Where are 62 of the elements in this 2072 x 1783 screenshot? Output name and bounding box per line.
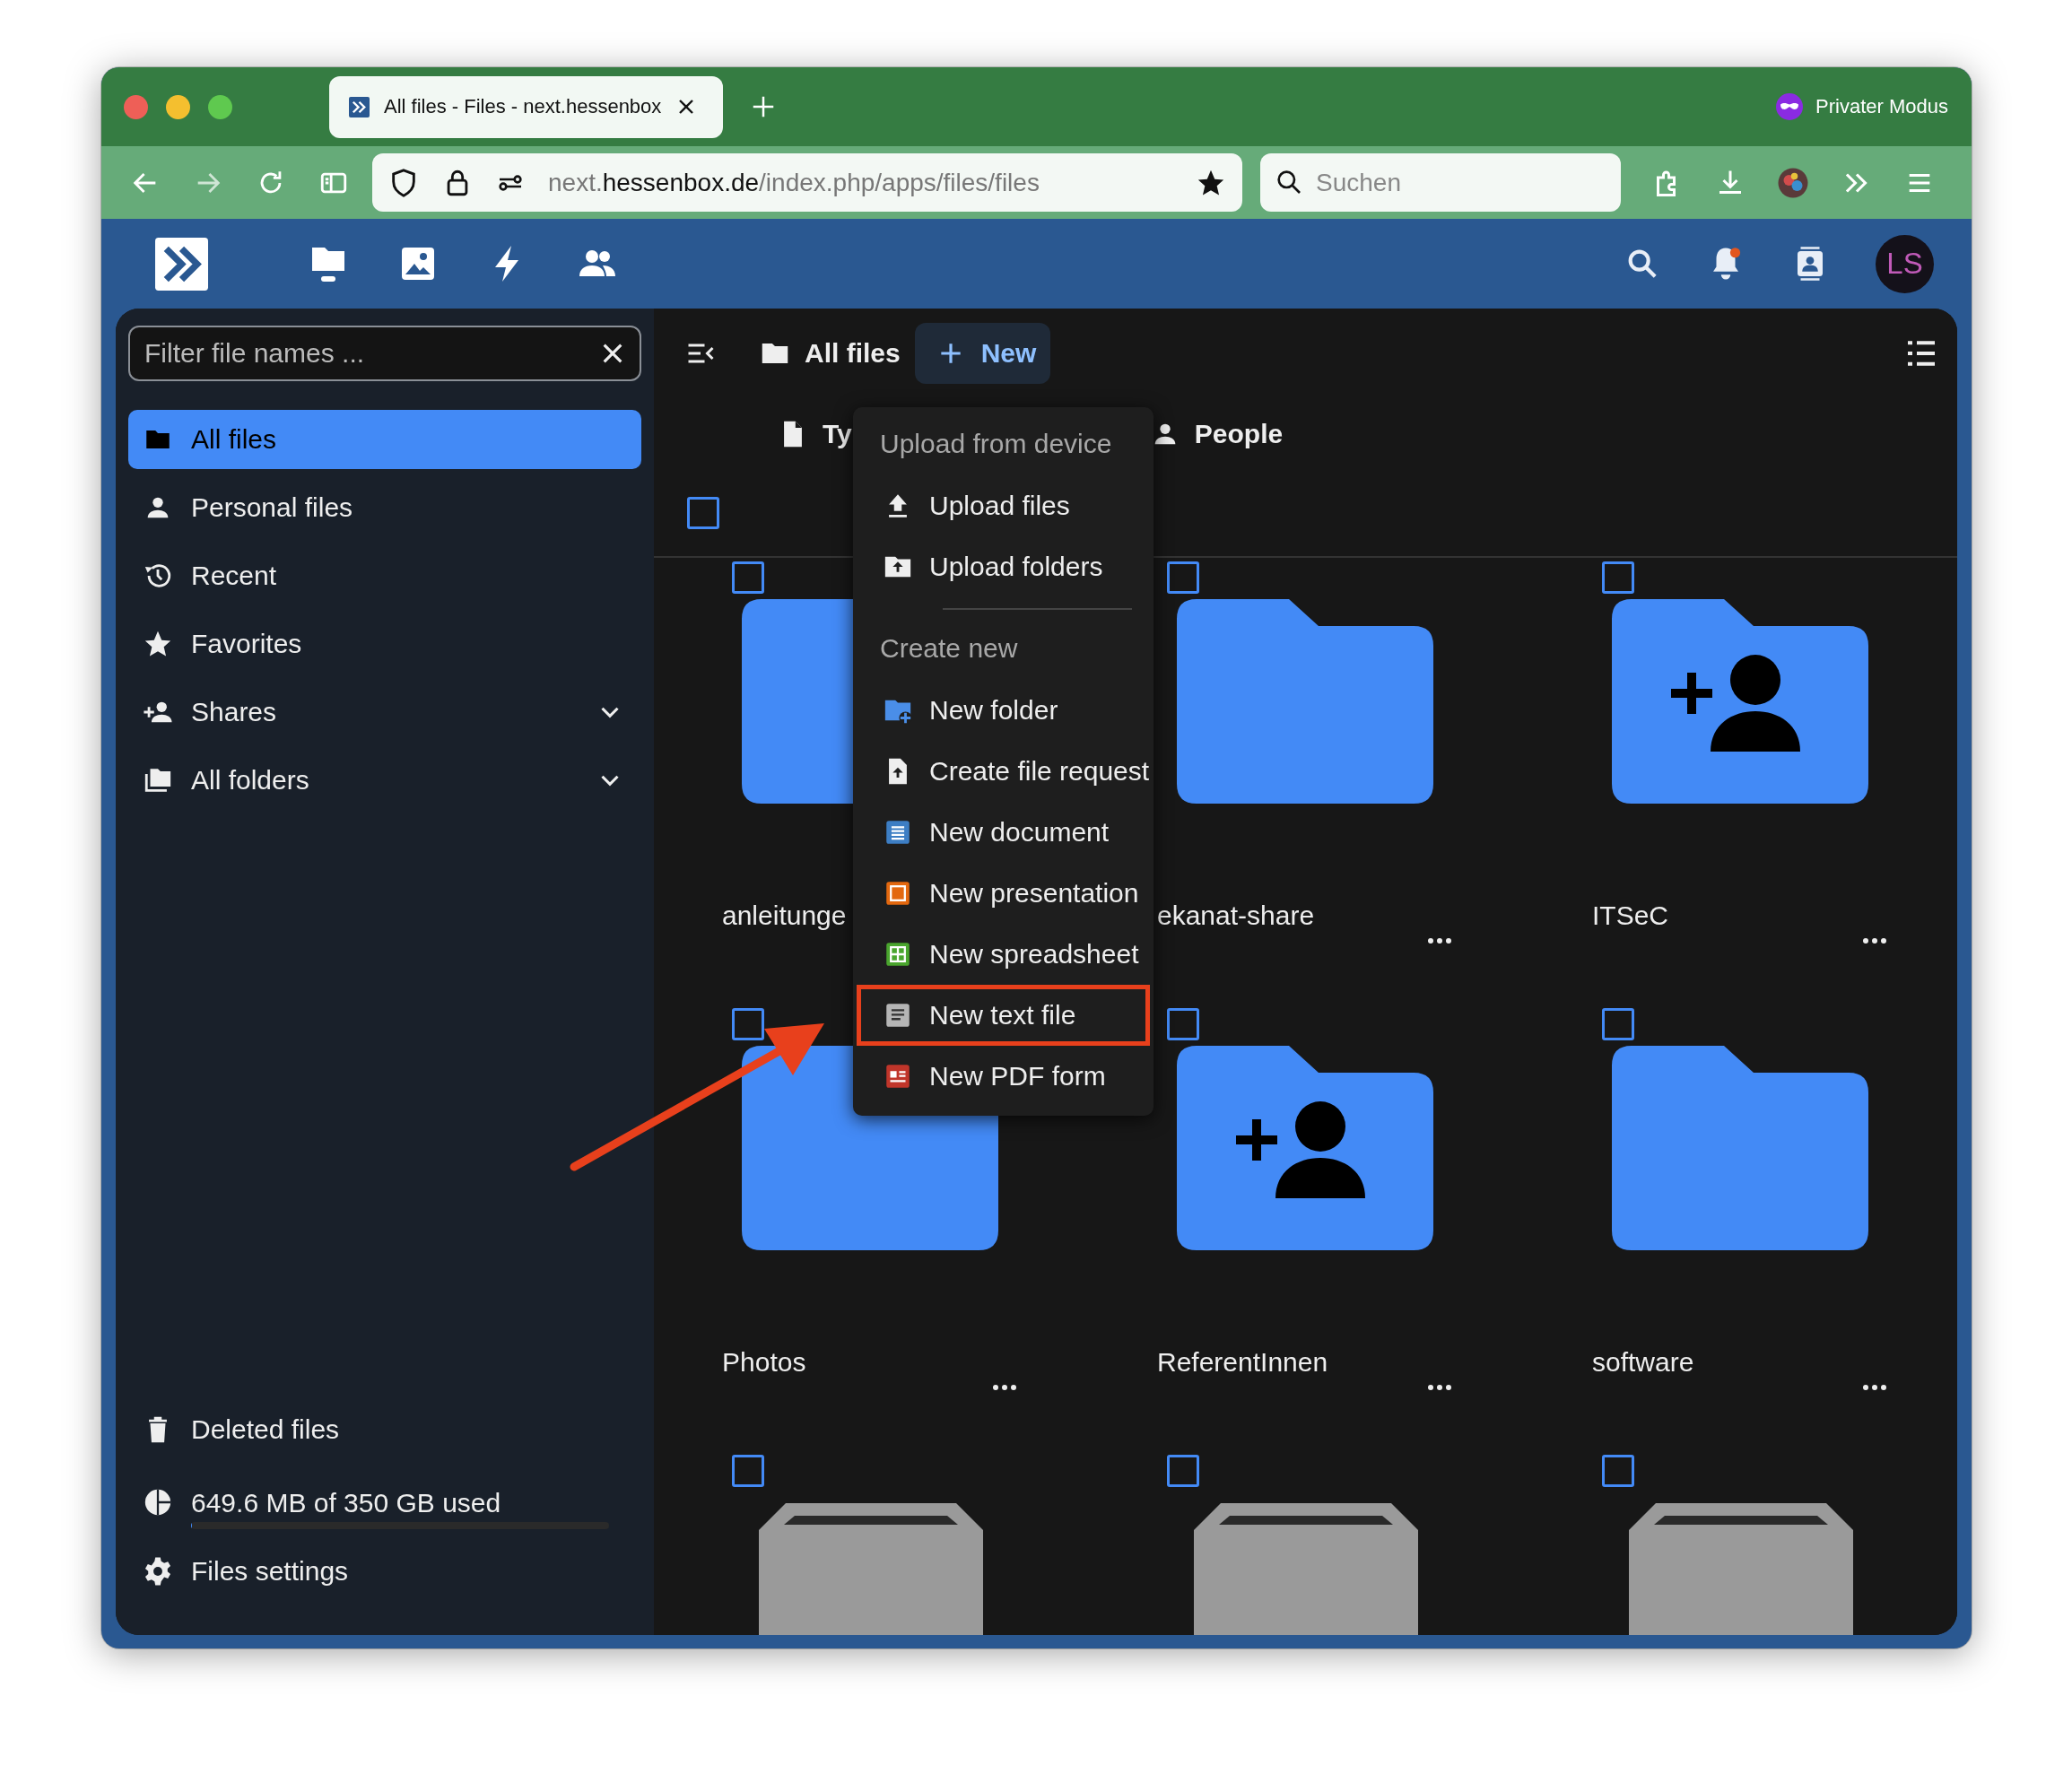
checkbox[interactable] [732, 1008, 764, 1040]
filter-chip[interactable]: Ty [778, 419, 852, 449]
external-storage-icon [1629, 1503, 1853, 1635]
menu-item[interactable]: New presentation [857, 863, 1150, 924]
external-storage-icon [1194, 1503, 1418, 1635]
user-avatar[interactable]: LS [1876, 234, 1934, 293]
tab-title: All files - Files - next.hessenbox [384, 95, 662, 118]
breadcrumb[interactable]: All files [805, 338, 901, 369]
url-text: next.hessenbox.de/index.php/apps/files/files [548, 168, 1040, 197]
profile-avatar-icon[interactable] [1777, 166, 1809, 199]
menu-item[interactable]: Create file request [857, 741, 1150, 802]
menu-item[interactable]: New spreadsheet [857, 924, 1150, 985]
nav-item[interactable]: Personal files [128, 478, 641, 537]
checkbox[interactable] [1167, 561, 1199, 594]
checkbox[interactable] [1167, 1455, 1199, 1487]
mask-icon [1776, 93, 1804, 120]
checkbox[interactable] [1602, 1008, 1634, 1040]
checkbox[interactable] [732, 1455, 764, 1487]
private-mode-label: Privater Modus [1815, 95, 1948, 118]
new-button[interactable]: New [914, 323, 1051, 384]
checkbox[interactable] [687, 497, 719, 529]
menu-item[interactable]: New text file [857, 985, 1150, 1046]
nav-item[interactable]: Deleted files [128, 1400, 641, 1459]
minimize-window-button[interactable] [166, 94, 190, 119]
menu-item[interactable]: New document [857, 802, 1150, 863]
app-logo-icon [349, 96, 370, 117]
app-logo-icon[interactable] [155, 237, 208, 291]
shared-folder-icon [1612, 599, 1868, 804]
menu-heading: Upload from device [879, 428, 1113, 460]
nav-item[interactable]: Shares [128, 683, 641, 742]
nav-item[interactable]: All folders [128, 751, 641, 810]
file-name[interactable]: ekanat-share [1157, 900, 1315, 931]
nav-item[interactable]: Recent [128, 546, 641, 605]
menu-item[interactable]: Upload files [857, 475, 1150, 536]
folder-icon [1612, 1046, 1868, 1250]
checkbox[interactable] [1602, 561, 1634, 594]
menu-item[interactable]: New folder [857, 680, 1150, 741]
file-name[interactable]: Photos [722, 1347, 806, 1378]
menu-item[interactable]: Upload folders [857, 536, 1150, 597]
filter-chip[interactable]: People [1149, 419, 1284, 449]
external-storage-icon [759, 1503, 983, 1635]
nav-item[interactable]: All files [128, 410, 641, 469]
shared-folder-icon [1177, 1046, 1433, 1250]
settings-icon [143, 1556, 173, 1587]
storage-usage-text: 649.6 MB of 350 GB used [191, 1488, 502, 1518]
file-name[interactable]: software [1592, 1347, 1694, 1378]
menu-heading: Create new [879, 632, 1019, 665]
file-name[interactable]: ReferentInnen [1157, 1347, 1328, 1378]
file-name[interactable]: anleitunge [722, 900, 847, 931]
folder-icon [1177, 599, 1433, 804]
checkbox[interactable] [1167, 1008, 1199, 1040]
file-name[interactable]: ITSeC [1592, 900, 1669, 931]
filter-field[interactable]: Filter file names ... [128, 326, 641, 381]
checkbox[interactable] [732, 561, 764, 594]
browser-tab[interactable]: All files - Files - next.hessenbox [329, 75, 723, 138]
checkbox[interactable] [1602, 1455, 1634, 1487]
menu-item[interactable]: New PDF form [857, 1046, 1150, 1107]
search-field[interactable]: Suchen [1260, 153, 1621, 212]
pie-chart-icon [143, 1487, 173, 1518]
nav-item[interactable]: Files settings [128, 1542, 641, 1601]
nav-item[interactable]: Favorites [128, 614, 641, 674]
address-bar[interactable]: next.hessenbox.de/index.php/apps/files/files [372, 153, 1242, 212]
